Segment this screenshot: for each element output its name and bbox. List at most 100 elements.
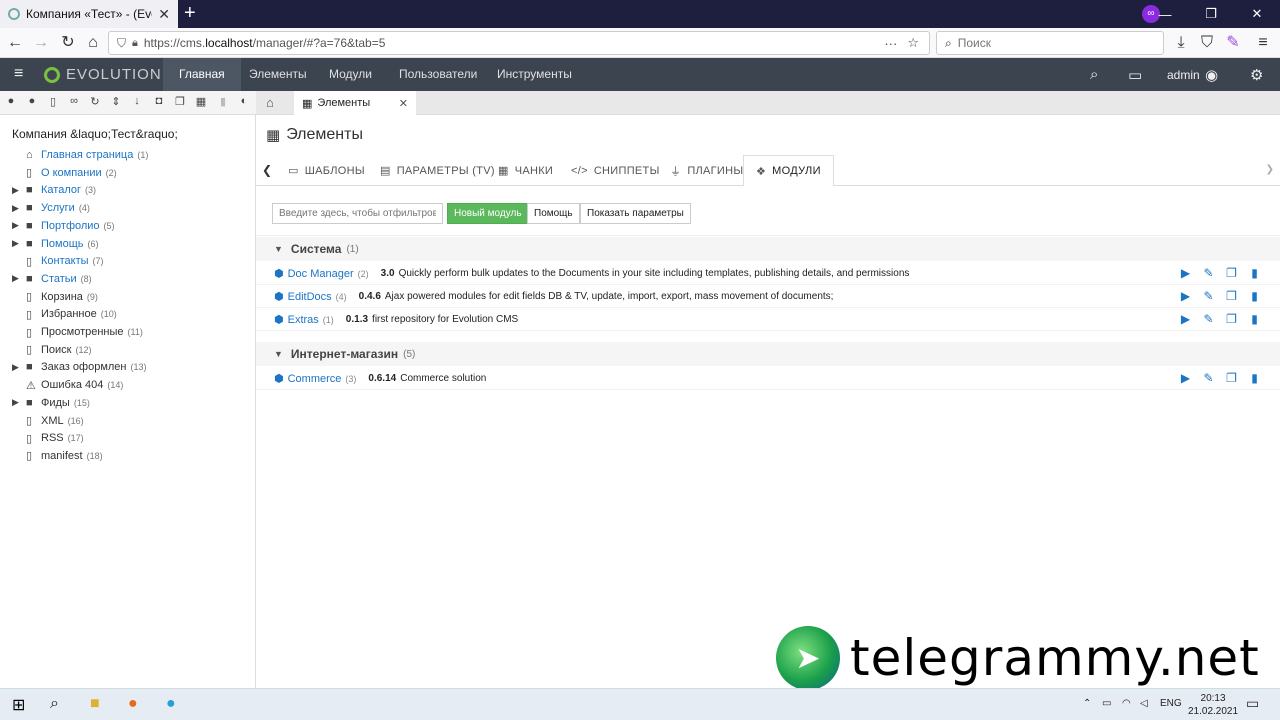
new-tab-icon[interactable]: + bbox=[184, 2, 196, 25]
tree-item[interactable]: ▯ Поиск (12) bbox=[12, 341, 92, 359]
clock[interactable]: 20:13 21.02.2021 bbox=[1188, 692, 1238, 718]
logo[interactable]: EVOLUTION bbox=[44, 66, 162, 83]
maximize-icon[interactable]: ❐ bbox=[1188, 6, 1234, 22]
new-module-button[interactable]: Новый модуль bbox=[447, 203, 529, 224]
tree-item[interactable]: ▶ ■ Статьи (8) bbox=[12, 270, 92, 288]
module-name-link[interactable]: Doc Manager bbox=[288, 268, 354, 280]
url-bar[interactable]: ⛉ 🔒︎ https://cms.localhost/manager/#?a=7… bbox=[108, 31, 930, 55]
edit-icon[interactable]: ✎ bbox=[1197, 371, 1220, 385]
user-avatar-icon[interactable]: ◉ bbox=[1205, 66, 1218, 84]
filter-input[interactable] bbox=[272, 203, 443, 224]
home-icon[interactable]: ⌂ bbox=[82, 32, 104, 54]
tab-chunks[interactable]: ▦ ЧАНКИ bbox=[486, 155, 565, 186]
tree-item[interactable]: ▯ О компании (2) bbox=[12, 164, 117, 182]
tree-item[interactable]: ⌂ Главная страница (1) bbox=[12, 146, 148, 164]
expand-arrow-icon[interactable]: ▶ bbox=[12, 203, 26, 214]
menu-tools[interactable]: Инструменты bbox=[481, 58, 588, 91]
browser-search-box[interactable]: ⌕ bbox=[936, 31, 1164, 55]
minimize-icon[interactable]: — bbox=[1142, 7, 1188, 22]
duplicate-icon[interactable]: ❐ bbox=[1220, 371, 1243, 385]
menu-main[interactable]: Главная bbox=[163, 58, 241, 91]
duplicate-icon[interactable]: ❐ bbox=[1220, 312, 1243, 326]
page-actions-icon[interactable]: ··· bbox=[884, 36, 897, 51]
tree-item[interactable]: ▯ RSS (17) bbox=[12, 429, 84, 447]
tab-snippets[interactable]: </> СНИППЕТЫ bbox=[559, 155, 672, 186]
new-link-icon[interactable]: ∞ bbox=[67, 95, 81, 107]
tab-modules[interactable]: ❖ МОДУЛИ bbox=[743, 155, 834, 187]
hamburger-icon[interactable]: ≡ bbox=[14, 65, 23, 83]
menu-users[interactable]: Пользователи bbox=[383, 58, 493, 91]
expand-arrow-icon[interactable]: ▶ bbox=[12, 238, 26, 249]
tree-item[interactable]: ▶ ■ Помощь (6) bbox=[12, 235, 99, 253]
edit-icon[interactable]: ✎ bbox=[1197, 312, 1220, 326]
close-icon[interactable]: ✕ bbox=[399, 97, 408, 110]
sort-icon[interactable]: ⇕ bbox=[109, 95, 123, 108]
telegram-icon[interactable]: ● bbox=[166, 695, 176, 713]
contrast-icon[interactable]: ◐ bbox=[237, 95, 251, 107]
module-name-link[interactable]: EditDocs bbox=[288, 291, 332, 303]
camera-icon[interactable]: ◘ bbox=[152, 95, 166, 107]
file-explorer-icon[interactable]: ■ bbox=[90, 695, 100, 713]
tree-item[interactable]: ▶ ■ Каталог (3) bbox=[12, 181, 96, 199]
expand-all-icon[interactable]: ● bbox=[4, 95, 18, 107]
user-name[interactable]: admin bbox=[1167, 68, 1200, 82]
tree-item[interactable]: ▯ Контакты (7) bbox=[12, 252, 104, 270]
close-window-icon[interactable]: ✕ bbox=[1234, 6, 1280, 22]
help-button[interactable]: Помощь bbox=[527, 203, 580, 224]
copy-icon[interactable]: ❐ bbox=[173, 95, 187, 108]
tree-item[interactable]: ⚠ Ошибка 404 (14) bbox=[12, 376, 123, 394]
new-document-icon[interactable]: ▯ bbox=[46, 95, 60, 108]
menu-elements[interactable]: Элементы bbox=[233, 58, 323, 91]
sort-order-icon[interactable]: ↓ bbox=[130, 95, 144, 107]
bookmark-star-icon[interactable]: ☆ bbox=[907, 35, 919, 51]
home-tab-icon[interactable]: ⌂ bbox=[266, 95, 274, 110]
content-tab-elements[interactable]: ▦ Элементы ✕ bbox=[294, 91, 416, 115]
back-icon[interactable]: ← bbox=[4, 32, 26, 54]
settings-gear-icon[interactable]: ⚙ bbox=[1250, 66, 1263, 84]
delete-icon[interactable]: ▮ bbox=[1243, 266, 1266, 280]
expand-arrow-icon[interactable]: ▶ bbox=[12, 273, 26, 284]
grid-icon[interactable]: ▦ bbox=[194, 95, 208, 108]
download-icon[interactable]: ⤓ bbox=[1170, 32, 1192, 54]
close-tab-icon[interactable]: ✕ bbox=[158, 6, 170, 23]
trash-icon[interactable]: ▮ bbox=[216, 95, 230, 108]
tree-item[interactable]: ▶ ■ Портфолио (5) bbox=[12, 217, 115, 235]
module-name-link[interactable]: Extras bbox=[288, 314, 319, 326]
run-icon[interactable]: ▶ bbox=[1174, 266, 1197, 280]
reload-icon[interactable]: ↻ bbox=[57, 32, 79, 54]
browser-tab[interactable]: Компания «Тест» - (Evolution ✕ bbox=[0, 0, 178, 28]
category-header[interactable]: ▼ Интернет-магазин (5) bbox=[256, 342, 1280, 366]
monitor-icon[interactable]: ▭ bbox=[1128, 66, 1142, 84]
delete-icon[interactable]: ▮ bbox=[1243, 289, 1266, 303]
wifi-icon[interactable]: ◠ bbox=[1122, 698, 1131, 709]
language-indicator[interactable]: ENG bbox=[1160, 698, 1182, 709]
expand-arrow-icon[interactable]: ▶ bbox=[12, 397, 26, 408]
run-icon[interactable]: ▶ bbox=[1174, 289, 1197, 303]
show-params-button[interactable]: Показать параметры bbox=[580, 203, 691, 224]
expand-arrow-icon[interactable]: ▶ bbox=[12, 362, 26, 373]
browser-search-input[interactable] bbox=[957, 36, 1138, 50]
pocket-icon[interactable]: ⛉ bbox=[1196, 32, 1218, 54]
notifications-icon[interactable]: ▭ bbox=[1246, 695, 1259, 712]
module-name-link[interactable]: Commerce bbox=[288, 373, 342, 385]
network-icon[interactable]: ▭ bbox=[1102, 698, 1111, 709]
tree-item[interactable]: ▶ ■ Фиды (15) bbox=[12, 394, 90, 412]
volume-icon[interactable]: ◁ bbox=[1140, 698, 1148, 709]
search-icon[interactable]: ⌕ bbox=[50, 695, 59, 713]
collapse-all-icon[interactable]: ● bbox=[25, 95, 39, 107]
firefox-icon[interactable]: ● bbox=[128, 695, 138, 713]
chevron-left-icon[interactable]: ❮ bbox=[262, 163, 272, 177]
search-icon[interactable]: ⌕ bbox=[1090, 66, 1098, 83]
duplicate-icon[interactable]: ❐ bbox=[1220, 289, 1243, 303]
refresh-icon[interactable]: ↻ bbox=[88, 95, 102, 108]
tree-item[interactable]: ▯ Избранное (10) bbox=[12, 305, 117, 323]
expand-arrow-icon[interactable]: ▶ bbox=[12, 185, 26, 196]
url-text[interactable]: https://cms.localhost/manager/#?a=76&tab… bbox=[144, 36, 884, 50]
edit-icon[interactable]: ✎ bbox=[1197, 266, 1220, 280]
menu-modules[interactable]: Модули bbox=[313, 58, 388, 91]
windows-start-icon[interactable]: ⊞ bbox=[12, 695, 25, 715]
duplicate-icon[interactable]: ❐ bbox=[1220, 266, 1243, 280]
forward-icon[interactable]: → bbox=[30, 32, 52, 54]
tab-plugins[interactable]: ⏚ ПЛАГИНЫ bbox=[658, 155, 755, 186]
tab-templates[interactable]: ▭ ШАБЛОНЫ bbox=[276, 155, 377, 186]
